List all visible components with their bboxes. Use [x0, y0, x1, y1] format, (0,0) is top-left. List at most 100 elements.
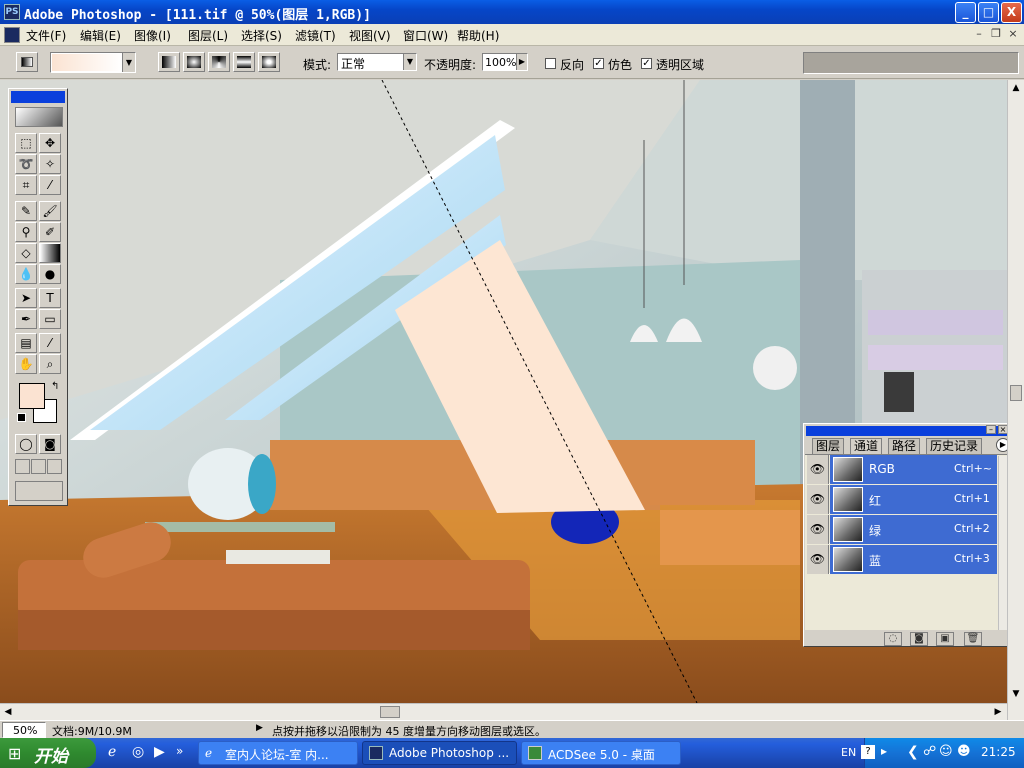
zoom-field[interactable]: 50%: [2, 722, 46, 738]
menu-edit[interactable]: 编辑(E): [80, 27, 121, 44]
standard-mode-icon[interactable]: ◯: [15, 434, 37, 454]
language-indicator[interactable]: EN: [841, 746, 856, 759]
vertical-scrollbar[interactable]: ▲ ▼: [1007, 80, 1024, 720]
palette-well[interactable]: [803, 52, 1019, 74]
chevron-right-icon[interactable]: ▶: [516, 54, 527, 70]
status-menu-icon[interactable]: ▶: [256, 723, 263, 733]
menu-view[interactable]: 视图(V): [349, 27, 391, 44]
menu-file[interactable]: 文件(F): [26, 27, 66, 44]
eye-icon[interactable]: 👁: [807, 485, 829, 514]
lasso-icon[interactable]: ➰: [15, 154, 37, 174]
network-icon[interactable]: ☍: [923, 744, 936, 759]
opacity-field[interactable]: 100% ▶: [482, 53, 528, 71]
full-screen-icon[interactable]: [47, 459, 62, 474]
zoom-icon[interactable]: ⌕: [39, 354, 61, 374]
chevron-down-icon[interactable]: ▼: [403, 54, 416, 70]
full-screen-menu-icon[interactable]: [31, 459, 46, 474]
eraser-icon[interactable]: ◇: [15, 243, 37, 263]
close-button[interactable]: X: [1001, 2, 1022, 23]
menu-select[interactable]: 选择(S): [241, 27, 282, 44]
dodge-icon[interactable]: ●: [39, 264, 61, 284]
maximize-button[interactable]: □: [978, 2, 999, 23]
reflected-gradient-button[interactable]: [233, 52, 255, 72]
start-button[interactable]: ⊞ 开始: [0, 738, 96, 768]
tab-channels[interactable]: 通道: [850, 438, 883, 454]
type-icon[interactable]: T: [39, 288, 61, 308]
healing-brush-icon[interactable]: ✎: [15, 201, 37, 221]
gradient-tool-icon[interactable]: [39, 243, 61, 263]
path-selection-icon[interactable]: ➤: [15, 288, 37, 308]
blur-icon[interactable]: 💧: [15, 264, 37, 284]
tray-menu-icon[interactable]: ▸: [881, 744, 887, 758]
eye-icon[interactable]: 👁: [807, 455, 829, 484]
swap-colors-icon[interactable]: ↰: [51, 381, 59, 392]
new-channel-icon[interactable]: ▣: [936, 632, 954, 646]
scroll-up-icon[interactable]: ▲: [1008, 80, 1024, 96]
gradient-picker[interactable]: ▼: [50, 52, 136, 73]
menu-filter[interactable]: 滤镜(T): [295, 27, 336, 44]
save-selection-icon[interactable]: ◙: [910, 632, 928, 646]
default-colors-icon[interactable]: [17, 413, 26, 422]
eyedropper-icon[interactable]: ⁄: [39, 333, 61, 353]
eye-icon[interactable]: 👁: [807, 515, 829, 544]
chevron-down-icon[interactable]: ▼: [122, 53, 135, 72]
channel-item[interactable]: 蓝 Ctrl+3: [830, 545, 997, 574]
tab-history[interactable]: 历史记录: [926, 438, 983, 454]
vertical-scroll-thumb[interactable]: [1010, 385, 1022, 401]
dither-checkbox[interactable]: ✓: [593, 58, 604, 69]
angle-gradient-button[interactable]: [208, 52, 230, 72]
slice-icon[interactable]: ⁄: [39, 175, 61, 195]
pen-icon[interactable]: ✒: [15, 309, 37, 329]
scroll-right-icon[interactable]: ▶: [990, 704, 1006, 720]
rectangle-shape-icon[interactable]: ▭: [39, 309, 61, 329]
taskbar-button-photoshop[interactable]: Adobe Photoshop ...: [362, 741, 517, 765]
channel-item[interactable]: 红 Ctrl+1: [830, 485, 997, 514]
taskbar-button-acdsee[interactable]: ACDSee 5.0 - 桌面: [521, 741, 681, 765]
messenger-icon[interactable]: ☺: [939, 744, 953, 759]
tray-expand-icon[interactable]: ❮: [907, 744, 919, 760]
quick-mask-icon[interactable]: ◙: [39, 434, 61, 454]
radial-gradient-button[interactable]: [183, 52, 205, 72]
channel-item[interactable]: 绿 Ctrl+2: [830, 515, 997, 544]
qq-icon[interactable]: ☻: [957, 744, 971, 759]
transparency-checkbox[interactable]: ✓: [641, 58, 652, 69]
channel-row-rgb[interactable]: 👁 RGB Ctrl+~: [807, 455, 997, 484]
channel-row-red[interactable]: 👁 红 Ctrl+1: [807, 485, 997, 514]
trash-icon[interactable]: 🗑: [964, 632, 982, 646]
load-channel-selection-icon[interactable]: ◌: [884, 632, 902, 646]
move-icon[interactable]: ✥: [39, 133, 61, 153]
doc-restore-button[interactable]: ❐: [989, 28, 1003, 42]
marquee-icon[interactable]: ⬚: [15, 133, 37, 153]
clock[interactable]: 21:25: [981, 745, 1016, 759]
reverse-checkbox[interactable]: [545, 58, 556, 69]
browser-icon[interactable]: ◎: [132, 744, 144, 760]
linear-gradient-button[interactable]: [158, 52, 180, 72]
horizontal-scrollbar[interactable]: ◀ ▶: [0, 703, 1007, 720]
palette-minimize-button[interactable]: –: [986, 425, 996, 434]
hand-icon[interactable]: ✋: [15, 354, 37, 374]
tool-preset-button[interactable]: [16, 52, 38, 72]
toolbox-title-bar[interactable]: [11, 91, 65, 103]
notes-icon[interactable]: ▤: [15, 333, 37, 353]
clone-stamp-icon[interactable]: ⚲: [15, 222, 37, 242]
minimize-button[interactable]: _: [955, 2, 976, 23]
taskbar-button-forum[interactable]: ℯ 室内人论坛-室 内...: [198, 741, 358, 765]
quicklaunch-expand-icon[interactable]: »: [176, 744, 183, 758]
doc-close-button[interactable]: ×: [1006, 28, 1020, 42]
scroll-down-icon[interactable]: ▼: [1008, 686, 1024, 702]
palette-title-bar[interactable]: [806, 426, 1010, 436]
menu-layer[interactable]: 图层(L): [188, 27, 228, 44]
adobe-online-icon[interactable]: [15, 107, 63, 127]
tab-paths[interactable]: 路径: [888, 438, 921, 454]
channel-item[interactable]: RGB Ctrl+~: [830, 455, 997, 484]
diamond-gradient-button[interactable]: [258, 52, 280, 72]
menu-image[interactable]: 图像(I): [134, 27, 171, 44]
help-icon[interactable]: ?: [861, 745, 875, 759]
menu-window[interactable]: 窗口(W): [403, 27, 448, 44]
crop-icon[interactable]: ⌗: [15, 175, 37, 195]
media-player-icon[interactable]: ▶: [154, 744, 165, 760]
foreground-color-swatch[interactable]: [19, 383, 45, 409]
horizontal-scroll-thumb[interactable]: [380, 706, 400, 718]
standard-screen-icon[interactable]: [15, 459, 30, 474]
doc-minimize-button[interactable]: –: [972, 28, 986, 42]
